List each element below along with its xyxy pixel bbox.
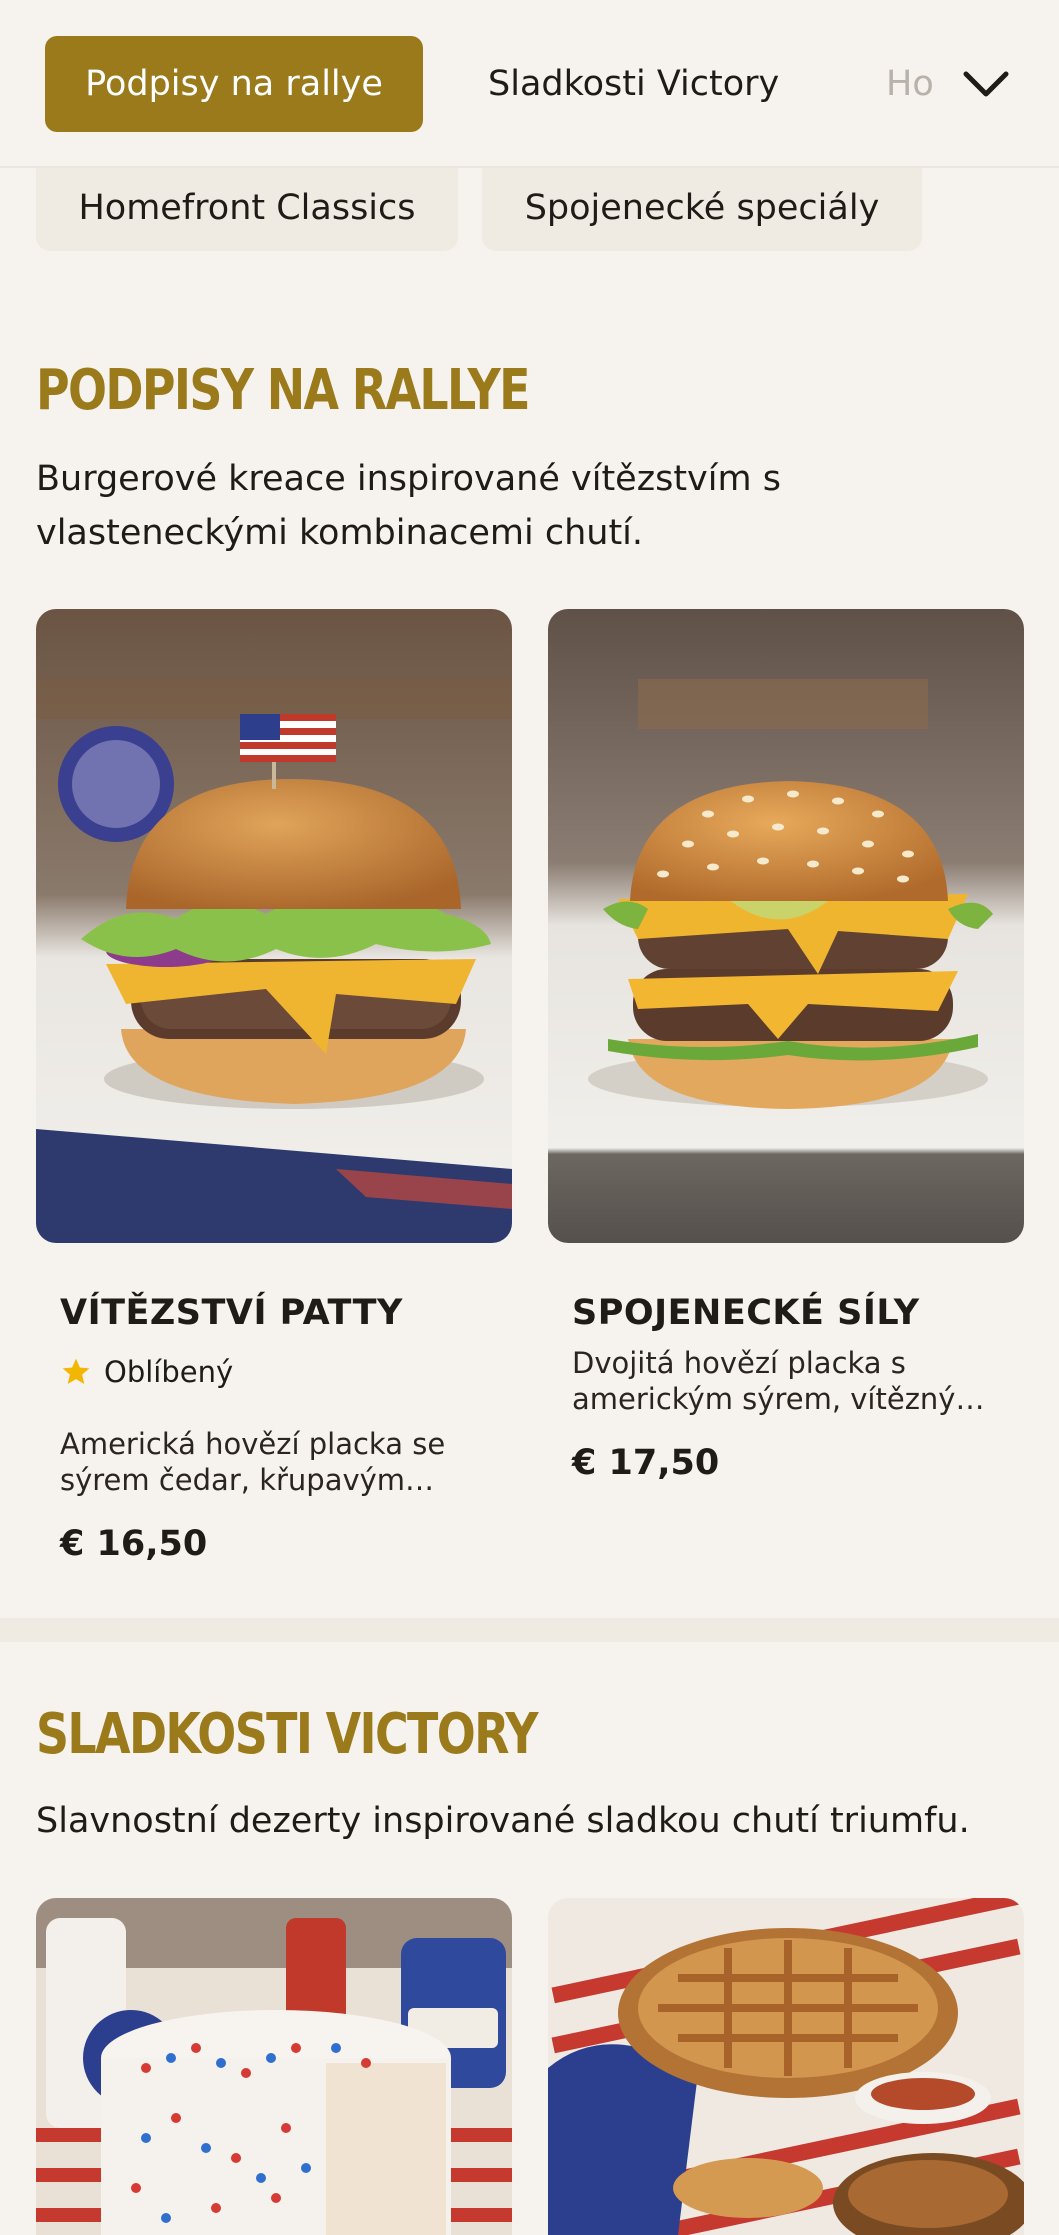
chip-homefront-classics[interactable]: Homefront Classics — [36, 165, 458, 251]
burger-image-spojenecke[interactable] — [548, 609, 1024, 1243]
burger-image-vitezstvi[interactable] — [36, 609, 512, 1243]
section-description-sladkosti: Slavnostní dezerty inspirované sladkou c… — [36, 1801, 970, 1841]
item-name-vitezstvi[interactable]: VÍTĚZSTVÍ PATTY — [60, 1293, 403, 1333]
item-price-spojenecke: € 17,50 — [572, 1443, 720, 1483]
dessert-image-pie[interactable] — [548, 1898, 1024, 2235]
category-nav: Podpisy na rallye Sladkosti Victory Ho — [0, 0, 1059, 168]
section-description-podpisy: Burgerové kreace inspirované vítězstvím … — [36, 459, 781, 553]
item-price-vitezstvi: € 16,50 — [60, 1524, 208, 1564]
badge-label: Oblíbený — [104, 1355, 234, 1389]
section-divider — [0, 1618, 1059, 1642]
dessert-image-cake[interactable] — [36, 1898, 512, 2235]
tab-podpisy-na-rallye[interactable]: Podpisy na rallye — [45, 36, 423, 132]
tab-sladkosti-victory[interactable]: Sladkosti Victory — [488, 36, 779, 132]
popular-badge: Oblíbený — [60, 1355, 233, 1389]
section-title-podpisy: PODPISY NA RALLYE — [36, 358, 530, 423]
section-title-sladkosti: SLADKOSTI VICTORY — [36, 1702, 539, 1767]
item-description-vitezstvi: Americká hovězí placka se sýrem čedar, k… — [60, 1427, 446, 1497]
chevron-down-icon[interactable] — [960, 60, 1012, 108]
item-name-spojenecke[interactable]: SPOJENECKÉ SÍLY — [572, 1293, 920, 1333]
item-description-spojenecke: Dvojitá hovězí placka s americkým sýrem,… — [572, 1346, 984, 1416]
chip-spojenecke-specialy[interactable]: Spojenecké speciály — [482, 165, 922, 251]
tab-homefront-truncated[interactable]: Ho — [886, 36, 944, 132]
star-icon — [62, 1358, 90, 1384]
